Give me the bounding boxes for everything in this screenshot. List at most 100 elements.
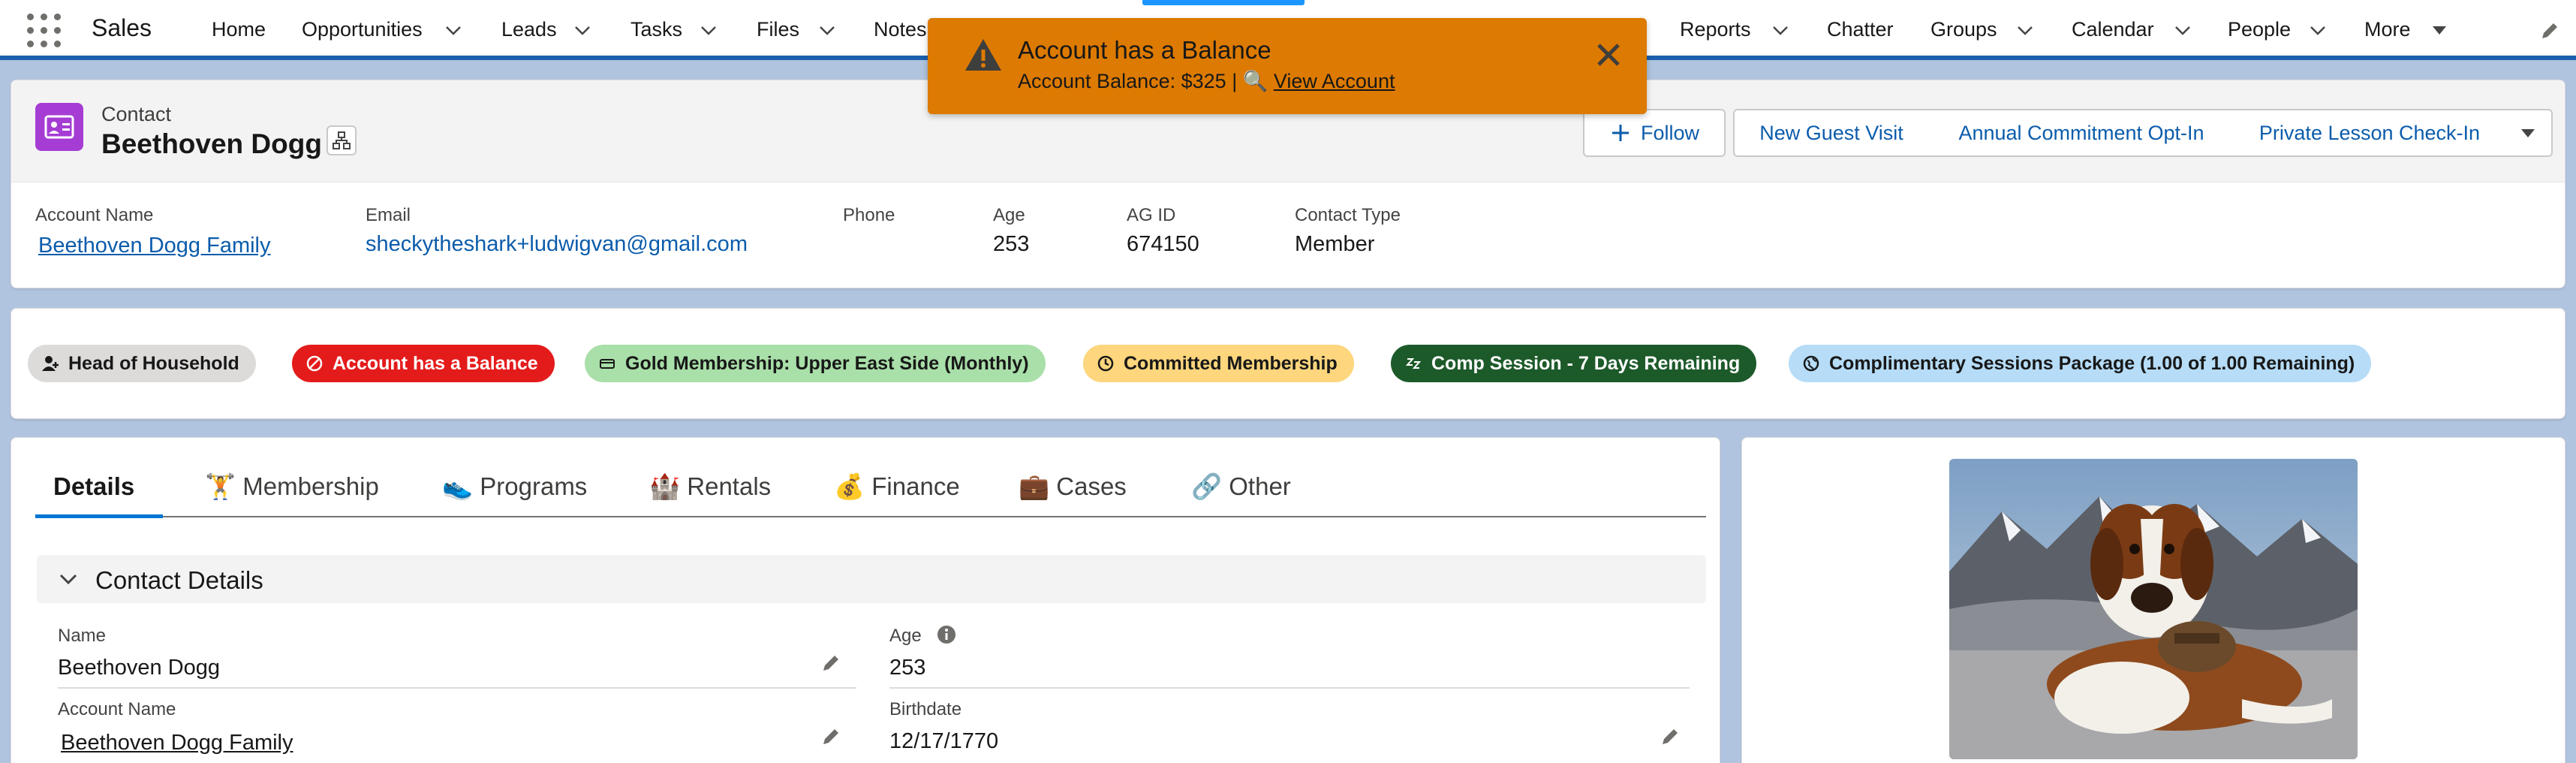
tab-membership[interactable]: 🏋 Membership bbox=[205, 472, 379, 502]
nav-item-leads[interactable]: Leads bbox=[501, 18, 557, 41]
chevron-down-icon[interactable] bbox=[573, 21, 591, 39]
nav-item-opportunities[interactable]: Opportunities bbox=[302, 18, 423, 41]
view-account-link[interactable]: View Account bbox=[1274, 70, 1395, 92]
tab-label: Rentals bbox=[687, 472, 772, 500]
badge-label: Gold Membership: Upper East Side (Monthl… bbox=[625, 352, 1029, 374]
tab-cases[interactable]: 💼 Cases bbox=[1019, 472, 1127, 502]
close-icon[interactable] bbox=[1593, 39, 1624, 71]
nav-item-tasks[interactable]: Tasks bbox=[630, 18, 682, 41]
edit-pencil-icon[interactable] bbox=[1660, 726, 1681, 747]
contact-details-section-header[interactable]: Contact Details bbox=[37, 555, 1706, 603]
toast-balance-text: Account Balance: $325 | bbox=[1018, 70, 1243, 92]
badges-panel: Head of Household Account has a Balance … bbox=[11, 308, 2565, 419]
ag-id-label: AG ID bbox=[1127, 205, 1176, 225]
castle-icon: 🏰 bbox=[649, 472, 681, 500]
nav-item-notes[interactable]: Notes bbox=[874, 18, 927, 41]
tab-other[interactable]: 🔗 Other bbox=[1191, 472, 1291, 502]
badge-gold-membership: Gold Membership: Upper East Side (Monthl… bbox=[585, 345, 1046, 382]
annual-commitment-button[interactable]: Annual Commitment Opt-In bbox=[1928, 109, 2236, 157]
badge-label: Account has a Balance bbox=[333, 352, 538, 374]
shoe-icon: 👟 bbox=[442, 472, 474, 500]
badge-label: Complimentary Sessions Package (1.00 of … bbox=[1829, 352, 2355, 374]
nav-item-groups[interactable]: Groups bbox=[1930, 18, 1997, 41]
chevron-down-icon[interactable] bbox=[444, 21, 462, 39]
chevron-down-icon[interactable] bbox=[2016, 21, 2034, 39]
caret-down-icon bbox=[2521, 129, 2535, 137]
caret-down-icon[interactable] bbox=[2430, 21, 2448, 39]
age-detail-value: 253 bbox=[889, 656, 926, 680]
field-divider bbox=[58, 687, 856, 689]
info-icon[interactable] bbox=[936, 624, 957, 645]
edit-pencil-icon[interactable] bbox=[820, 653, 841, 674]
new-guest-visit-button[interactable]: New Guest Visit bbox=[1733, 109, 1930, 157]
account-name-detail-label: Account Name bbox=[58, 699, 176, 719]
tab-label: Programs bbox=[480, 472, 588, 500]
card-icon bbox=[600, 359, 615, 369]
nav-item-more[interactable]: More bbox=[2364, 18, 2411, 41]
nav-item-home[interactable]: Home bbox=[212, 18, 266, 41]
tab-details[interactable]: Details bbox=[53, 472, 134, 501]
account-name-link[interactable]: Beethoven Dogg Family bbox=[38, 234, 271, 258]
age-detail-label: Age bbox=[889, 626, 922, 646]
hierarchy-icon bbox=[333, 131, 351, 149]
globe-icon bbox=[1803, 355, 1819, 372]
field-divider bbox=[889, 687, 1690, 689]
chevron-down-icon[interactable] bbox=[2174, 21, 2192, 39]
phone-label: Phone bbox=[843, 205, 895, 225]
more-actions-button[interactable] bbox=[2505, 109, 2553, 157]
tab-finance[interactable]: 💰 Finance bbox=[834, 472, 960, 502]
nav-item-chatter[interactable]: Chatter bbox=[1827, 18, 1894, 41]
tab-label: Cases bbox=[1056, 472, 1127, 500]
tab-label: Membership bbox=[242, 472, 379, 500]
private-lesson-button[interactable]: Private Lesson Check-In bbox=[2234, 109, 2506, 157]
follow-label: Follow bbox=[1640, 121, 1700, 144]
badge-account-balance: Account has a Balance bbox=[292, 345, 555, 382]
nav-item-reports[interactable]: Reports bbox=[1680, 18, 1751, 41]
tab-divider bbox=[35, 516, 1706, 517]
badge-comp-session: Comp Session - 7 Days Remaining bbox=[1391, 345, 1757, 382]
ban-icon bbox=[306, 355, 323, 372]
warning-icon bbox=[965, 39, 1001, 71]
chevron-down-icon[interactable] bbox=[818, 21, 836, 39]
edit-nav-icon[interactable] bbox=[2540, 21, 2559, 41]
birthdate-label: Birthdate bbox=[889, 699, 962, 719]
briefcase-icon: 💼 bbox=[1019, 472, 1050, 500]
tab-programs[interactable]: 👟 Programs bbox=[442, 472, 587, 502]
record-name: Beethoven Dogg bbox=[101, 128, 322, 159]
chevron-down-icon[interactable] bbox=[700, 21, 718, 39]
chevron-down-icon[interactable] bbox=[1771, 21, 1789, 39]
chevron-down-icon[interactable] bbox=[2309, 21, 2327, 39]
plus-icon bbox=[1612, 125, 1629, 141]
tab-label: Other bbox=[1229, 472, 1291, 500]
badge-label: Committed Membership bbox=[1124, 352, 1338, 374]
clock-icon bbox=[1097, 355, 1114, 372]
email-label: Email bbox=[366, 205, 411, 225]
toast-message: Account Balance: $325 | 🔍 View Account bbox=[1018, 69, 1395, 93]
contact-icon bbox=[35, 103, 83, 151]
contact-type-value: Member bbox=[1295, 232, 1375, 256]
age-value: 253 bbox=[993, 232, 1030, 256]
details-panel: Details 🏋 Membership 👟 Programs 🏰 Rental… bbox=[11, 437, 1720, 763]
dumbbell-icon: 🏋 bbox=[205, 472, 236, 500]
badge-committed-membership: Committed Membership bbox=[1083, 345, 1354, 382]
sleep-icon bbox=[1405, 358, 1422, 369]
tab-rentals[interactable]: 🏰 Rentals bbox=[649, 472, 771, 502]
nav-item-calendar[interactable]: Calendar bbox=[2072, 18, 2154, 41]
nav-item-files[interactable]: Files bbox=[757, 18, 799, 41]
search-icon: 🔍 bbox=[1242, 70, 1268, 92]
ag-id-value: 674150 bbox=[1127, 232, 1199, 256]
name-label: Name bbox=[58, 626, 107, 646]
hierarchy-button[interactable] bbox=[327, 125, 357, 155]
badge-head-of-household: Head of Household bbox=[28, 345, 256, 382]
money-bag-icon: 💰 bbox=[834, 472, 865, 500]
app-name: Sales bbox=[92, 14, 152, 41]
edit-pencil-icon[interactable] bbox=[820, 726, 841, 747]
contact-type-label: Contact Type bbox=[1295, 205, 1401, 225]
follow-button[interactable]: Follow bbox=[1583, 109, 1726, 157]
badge-label: Head of Household bbox=[68, 352, 239, 374]
nav-item-people[interactable]: People bbox=[2228, 18, 2291, 41]
account-name-detail-link[interactable]: Beethoven Dogg Family bbox=[61, 731, 293, 755]
app-launcher-icon[interactable] bbox=[27, 14, 62, 48]
name-value: Beethoven Dogg bbox=[58, 656, 221, 680]
email-link[interactable]: sheckytheshark+ludwigvan@gmail.com bbox=[366, 232, 748, 257]
